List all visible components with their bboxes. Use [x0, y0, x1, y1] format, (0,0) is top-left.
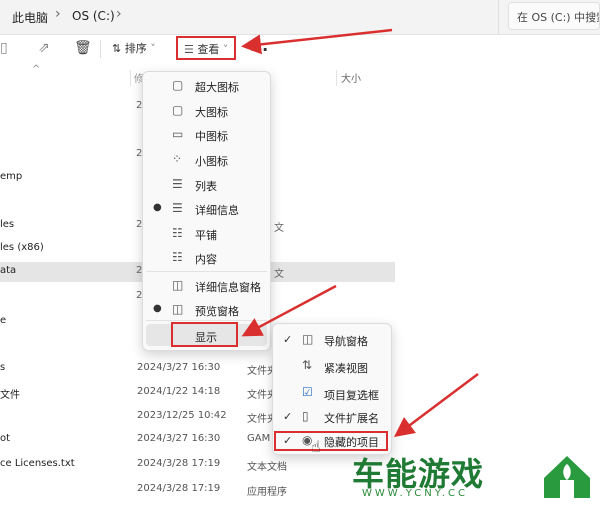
watermark-url: WWW.YCNY.CC [362, 488, 468, 499]
arrow-to-show-item [241, 284, 337, 337]
watermark-logo-icon [544, 456, 590, 498]
annotation-arrows [241, 28, 479, 437]
arrow-to-view-button [241, 28, 393, 55]
arrow-to-hidden-items [394, 373, 479, 437]
